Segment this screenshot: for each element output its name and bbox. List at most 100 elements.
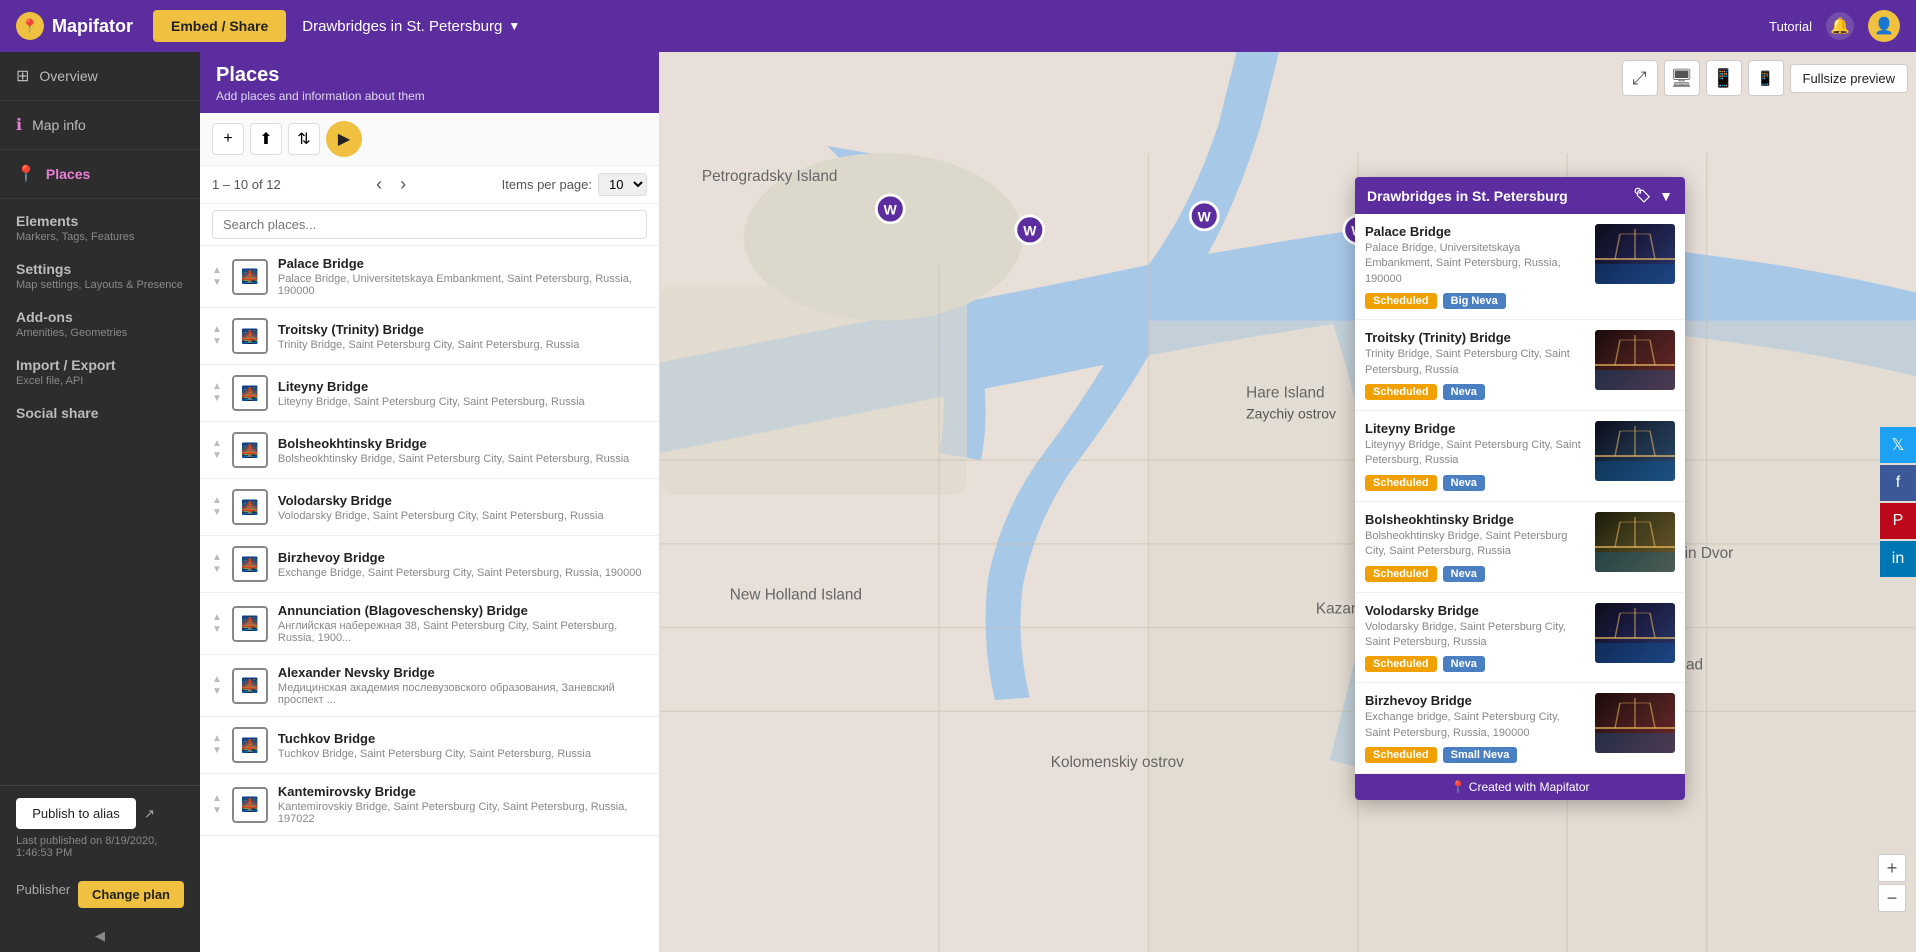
facebook-share-button[interactable]: f [1880, 465, 1916, 501]
sidebar-item-social-share[interactable]: Social share [0, 391, 200, 425]
expand-view-button[interactable]: ⤢ [1622, 60, 1658, 96]
tutorial-link[interactable]: Tutorial [1769, 19, 1812, 34]
fullsize-preview-button[interactable]: Fullsize preview [1790, 64, 1908, 93]
zoom-out-button[interactable]: − [1878, 884, 1906, 912]
popup-list-item[interactable]: Palace Bridge Palace Bridge, Universitet… [1355, 214, 1685, 320]
sidebar-collapse-button[interactable]: ◀ [0, 920, 200, 952]
place-list-item[interactable]: ▲▼ 🌉 Tuchkov Bridge Tuchkov Bridge, Sain… [200, 717, 659, 774]
popup-list-item[interactable]: Birzhevoy Bridge Exchange bridge, Saint … [1355, 683, 1685, 774]
sidebar-item-settings[interactable]: Settings Map settings, Layouts & Presenc… [0, 247, 200, 295]
bridge-icon: 🌉 [241, 442, 258, 459]
import-export-sub: Excel file, API [16, 375, 184, 387]
thumb-image [1595, 421, 1675, 481]
places-pagination: 1 – 10 of 12 ‹ › Items per page: 10 25 5… [200, 166, 659, 204]
place-list-item[interactable]: ▲▼ 🌉 Troitsky (Trinity) Bridge Trinity B… [200, 308, 659, 365]
next-page-button[interactable]: › [394, 172, 412, 197]
sidebar: ⊞ Overview ℹ Map info 📍 Places Elements … [0, 52, 200, 952]
ipp-select[interactable]: 10 25 50 [598, 173, 647, 196]
desktop-view-button[interactable]: 🖥 [1664, 60, 1700, 96]
place-list-item[interactable]: ▲▼ 🌉 Kantemirovsky Bridge Kantemirovskiy… [200, 774, 659, 836]
elements-label: Elements [16, 213, 184, 229]
logo[interactable]: 📍 Mapifator [16, 12, 133, 40]
place-list-item[interactable]: ▲▼ 🌉 Liteyny Bridge Liteyny Bridge, Sain… [200, 365, 659, 422]
place-list-item[interactable]: ▲▼ 🌉 Birzhevoy Bridge Exchange Bridge, S… [200, 536, 659, 593]
tag-badge: Scheduled [1365, 384, 1437, 400]
sidebar-item-addons[interactable]: Add-ons Amenities, Geometries [0, 295, 200, 343]
publisher-row: Publisher Change plan [16, 871, 184, 908]
thumb-image [1595, 224, 1675, 284]
user-avatar[interactable]: 👤 [1868, 10, 1900, 42]
linkedin-share-button[interactable]: in [1880, 541, 1916, 577]
popup-item-tags: ScheduledNeva [1365, 475, 1585, 491]
popup-list-item[interactable]: Volodarsky Bridge Volodarsky Bridge, Sai… [1355, 593, 1685, 684]
svg-text:Kolomenskiy ostrov: Kolomenskiy ostrov [1051, 754, 1184, 771]
logo-icon: 📍 [16, 12, 44, 40]
popup-item-name: Volodarsky Bridge [1365, 603, 1585, 618]
sidebar-item-elements[interactable]: Elements Markers, Tags, Features [0, 199, 200, 247]
drag-handle: ▲▼ [212, 552, 222, 576]
place-info: Birzhevoy Bridge Exchange Bridge, Saint … [278, 550, 647, 579]
elements-sub: Markers, Tags, Features [16, 231, 184, 243]
place-list-item[interactable]: ▲▼ 🌉 Annunciation (Blagoveschensky) Brid… [200, 593, 659, 655]
dropdown-arrow-icon[interactable]: ▼ [1659, 188, 1673, 204]
place-list-item[interactable]: ▲▼ 🌉 Palace Bridge Palace Bridge, Univer… [200, 246, 659, 308]
prev-page-button[interactable]: ‹ [370, 172, 388, 197]
place-address: Liteyny Bridge, Saint Petersburg City, S… [278, 396, 647, 408]
place-name: Tuchkov Bridge [278, 731, 647, 746]
tag-badge: Neva [1443, 384, 1485, 400]
popup-item-address: Bolsheokhtinsky Bridge, Saint Petersburg… [1365, 529, 1585, 560]
sidebar-item-map-info[interactable]: ℹ Map info [0, 101, 200, 150]
svg-text:Hare Island: Hare Island [1246, 384, 1324, 401]
tablet-view-button[interactable]: 📱 [1706, 60, 1742, 96]
tag-icon[interactable]: 🏷 [1633, 187, 1651, 204]
place-list-item[interactable]: ▲▼ 🌉 Bolsheokhtinsky Bridge Bolsheokhtin… [200, 422, 659, 479]
pagination-nav: ‹ › [370, 172, 412, 197]
tag-badge: Scheduled [1365, 566, 1437, 582]
sidebar-bottom: Publish to alias ↗ Last published on 8/1… [0, 785, 200, 920]
embed-share-button[interactable]: Embed / Share [153, 10, 286, 42]
map-marker-2[interactable]: W [1016, 216, 1044, 244]
sidebar-item-import-export[interactable]: Import / Export Excel file, API [0, 343, 200, 391]
import-button[interactable]: ⬆ [250, 123, 282, 155]
twitter-share-button[interactable]: 𝕏 [1880, 427, 1916, 463]
items-per-page: Items per page: 10 25 50 [502, 173, 647, 196]
place-name: Kantemirovsky Bridge [278, 784, 647, 799]
popup-list-item[interactable]: Bolsheokhtinsky Bridge Bolsheokhtinsky B… [1355, 502, 1685, 593]
map-marker-1[interactable]: W [876, 195, 904, 223]
zoom-in-button[interactable]: + [1878, 854, 1906, 882]
change-plan-button[interactable]: Change plan [78, 881, 184, 908]
mobile-view-button[interactable]: 📱 [1748, 60, 1784, 96]
external-link-icon[interactable]: ↗ [144, 806, 155, 822]
place-icon: 🌉 [232, 787, 268, 823]
search-input[interactable] [212, 210, 647, 239]
places-list: ▲▼ 🌉 Palace Bridge Palace Bridge, Univer… [200, 246, 659, 952]
play-button[interactable]: ▶ [326, 121, 362, 157]
drag-handle: ▲▼ [212, 381, 222, 405]
tag-badge: Neva [1443, 475, 1485, 491]
sort-button[interactable]: ⇅ [288, 123, 320, 155]
sidebar-item-places[interactable]: 📍 Places [0, 150, 200, 199]
place-info: Liteyny Bridge Liteyny Bridge, Saint Pet… [278, 379, 647, 408]
main-layout: ⊞ Overview ℹ Map info 📍 Places Elements … [0, 52, 1916, 952]
popup-list-item[interactable]: Troitsky (Trinity) Bridge Trinity Bridge… [1355, 320, 1685, 411]
place-list-item[interactable]: ▲▼ 🌉 Alexander Nevsky Bridge Медицинская… [200, 655, 659, 717]
popup-item-tags: ScheduledSmall Neva [1365, 747, 1585, 763]
bridge-icon: 🌉 [241, 268, 258, 285]
pinterest-share-button[interactable]: P [1880, 503, 1916, 539]
map-marker-3[interactable]: W [1190, 202, 1218, 230]
topbar-right: Tutorial 🔔 👤 [1769, 10, 1900, 42]
popup-list-item[interactable]: Liteyny Bridge Liteynyy Bridge, Saint Pe… [1355, 411, 1685, 502]
place-address: Английская набережная 38, Saint Petersbu… [278, 620, 647, 644]
place-address: Tuchkov Bridge, Saint Petersburg City, S… [278, 748, 647, 760]
place-icon: 🌉 [232, 489, 268, 525]
add-place-button[interactable]: + [212, 123, 244, 155]
notification-bell-button[interactable]: 🔔 [1826, 12, 1854, 40]
sidebar-item-overview[interactable]: ⊞ Overview [0, 52, 200, 101]
publish-to-alias-button[interactable]: Publish to alias [16, 798, 136, 829]
bridge-icon: 🌉 [241, 499, 258, 516]
svg-text:W: W [1198, 208, 1212, 224]
place-address: Volodarsky Bridge, Saint Petersburg City… [278, 510, 647, 522]
publisher-label: Publisher [16, 882, 70, 897]
place-list-item[interactable]: ▲▼ 🌉 Volodarsky Bridge Volodarsky Bridge… [200, 479, 659, 536]
settings-sub: Map settings, Layouts & Presence [16, 279, 184, 291]
